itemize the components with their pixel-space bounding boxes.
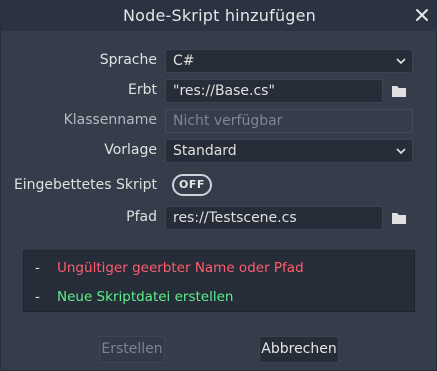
template-select[interactable]: Standard [165,139,413,163]
add-script-dialog: Node-Skript hinzufügen Sprache C# Erbt "… [0,0,437,371]
template-label: Vorlage [104,142,157,158]
template-row: Vorlage Standard [1,139,437,163]
message-text: Ungültiger geerbter Name oder Pfad [57,260,304,276]
chevron-down-icon [396,58,406,65]
language-label: Sprache [99,52,157,68]
path-row: Pfad res://Testscene.cs [1,206,437,230]
cancel-button[interactable]: Abbrechen [259,336,339,363]
path-browse-button[interactable] [389,208,409,228]
message-text: Neue Skriptdatei erstellen [57,289,234,305]
class-name-placeholder: Nicht verfügbar [173,113,283,129]
class-name-label: Klassenname [63,112,157,128]
path-label: Pfad [126,209,157,225]
dialog-title: Node-Skript hinzufügen [122,6,317,25]
create-button[interactable]: Erstellen [99,336,165,363]
inherits-value: "res://Base.cs" [173,83,275,99]
folder-icon [392,86,406,97]
close-icon [416,9,428,21]
message-error: - Ungültiger geerbter Name oder Pfad [35,260,304,276]
class-name-row: Klassenname Nicht verfügbar [1,109,437,133]
language-value: C# [173,53,195,69]
path-input[interactable]: res://Testscene.cs [165,206,383,230]
builtin-script-row: Eingebettetes Skript OFF [1,174,437,198]
message-bullet: - [35,289,40,305]
inherits-input[interactable]: "res://Base.cs" [165,79,383,103]
builtin-script-toggle[interactable]: OFF [172,174,212,196]
language-row: Sprache C# [1,49,437,73]
class-name-input[interactable]: Nicht verfügbar [165,109,413,133]
message-ok: - Neue Skriptdatei erstellen [35,289,233,305]
inherits-row: Erbt "res://Base.cs" [1,79,437,103]
path-value: res://Testscene.cs [173,210,297,226]
close-button[interactable] [414,5,430,25]
template-value: Standard [173,143,237,159]
title-bar: Node-Skript hinzufügen [1,1,437,31]
language-select[interactable]: C# [165,49,413,73]
chevron-down-icon [396,148,406,155]
status-messages: - Ungültiger geerbter Name oder Pfad - Neu… [23,250,415,312]
folder-icon [392,213,406,224]
inherits-browse-button[interactable] [389,81,409,101]
builtin-script-label: Eingebettetes Skript [13,177,157,193]
inherits-label: Erbt [128,82,157,98]
message-bullet: - [35,260,40,276]
